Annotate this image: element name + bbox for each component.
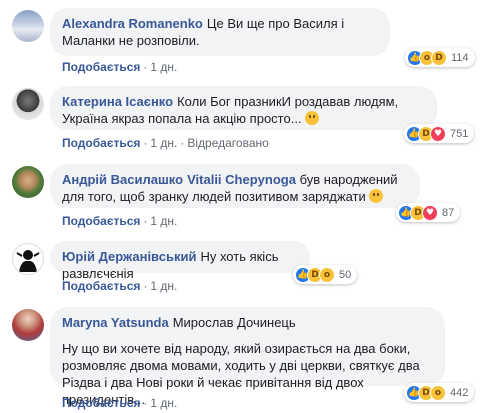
avatar-figure-icon: [16, 250, 40, 272]
separator: ·: [143, 279, 148, 293]
comment-bubble: Alexandra Romanenko Це Ви ще про Василя і…: [50, 8, 390, 56]
comment-actions: Подобається · 1 дн.: [62, 59, 177, 75]
comment-text: Мирослав Дочинець: [172, 315, 296, 330]
separator: ·: [180, 136, 185, 150]
like-link[interactable]: Подобається: [62, 136, 140, 150]
separator: ·: [143, 396, 148, 410]
timestamp[interactable]: 1 дн.: [150, 396, 177, 410]
avatar[interactable]: [12, 309, 44, 341]
timestamp[interactable]: 1 дн.: [150, 279, 177, 293]
reaction-count: 87: [442, 206, 455, 219]
reactions-summary[interactable]: 👍 D o 442: [404, 383, 475, 402]
reaction-count: 751: [450, 127, 469, 140]
separator: ·: [143, 214, 148, 228]
avatar[interactable]: [12, 10, 44, 42]
comment-bubble: Юрій Держанівський Ну хоть якісь развлєчє…: [50, 241, 310, 281]
timestamp[interactable]: 1 дн.: [150, 136, 177, 150]
reaction-count: 442: [450, 386, 469, 399]
avatar[interactable]: [12, 243, 44, 275]
reaction-count: 50: [339, 268, 352, 281]
comment-first-line: Maryna Yatsunda Мирослав Дочинець: [62, 314, 433, 331]
comment-author[interactable]: Alexandra Romanenko: [62, 16, 203, 31]
comment-author[interactable]: Maryna Yatsunda: [62, 315, 169, 330]
comment-actions: Подобається · 1 дн. · Відредаговано: [62, 135, 269, 151]
smile-emoji-icon: [305, 111, 320, 125]
like-link[interactable]: Подобається: [62, 396, 140, 410]
wow-icon: o: [319, 266, 335, 283]
reactions-summary[interactable]: 👍 D ♥ 87: [396, 203, 461, 222]
comment-author[interactable]: Катерина Ісаєнко: [62, 94, 173, 109]
comment-actions: Подобається · 1 дн.: [62, 213, 177, 229]
timestamp[interactable]: 1 дн.: [150, 60, 177, 74]
edited-label[interactable]: Відредаговано: [187, 136, 268, 150]
love-icon: ♥: [430, 125, 446, 142]
reactions-summary[interactable]: 👍 D ♥ 751: [404, 124, 475, 143]
haha-icon: D: [431, 49, 447, 66]
comment-author[interactable]: Андрій Василашко: [62, 172, 183, 187]
comment-bubble: Андрій Василашко Vitalii Chepynoga був на…: [50, 164, 420, 208]
like-link[interactable]: Подобається: [62, 279, 140, 293]
like-link[interactable]: Подобається: [62, 60, 140, 74]
avatar[interactable]: [12, 166, 44, 198]
avatar[interactable]: [12, 88, 44, 120]
comment-bubble: Катерина Ісаєнко Коли Бог празникИ роздав…: [50, 86, 437, 130]
like-link[interactable]: Подобається: [62, 214, 140, 228]
comment-author[interactable]: Юрій Держанівський: [62, 249, 196, 264]
reactions-summary[interactable]: 👍 o D 114: [405, 48, 475, 67]
comment-actions: Подобається · 1 дн.: [62, 395, 177, 411]
separator: ·: [143, 60, 148, 74]
wow-icon: o: [430, 384, 446, 401]
comment-bubble: Maryna Yatsunda Мирослав Дочинець Ну що в…: [50, 307, 445, 407]
separator: ·: [143, 136, 148, 150]
mentioned-user-link[interactable]: Vitalii Chepynoga: [187, 172, 296, 187]
comment-actions: Подобається · 1 дн.: [62, 278, 177, 294]
timestamp[interactable]: 1 дн.: [150, 214, 177, 228]
tongue-emoji-icon: [369, 189, 384, 203]
reactions-summary[interactable]: 👍 D o 50: [293, 265, 358, 284]
love-icon: ♥: [422, 204, 438, 221]
reaction-count: 114: [451, 51, 469, 64]
